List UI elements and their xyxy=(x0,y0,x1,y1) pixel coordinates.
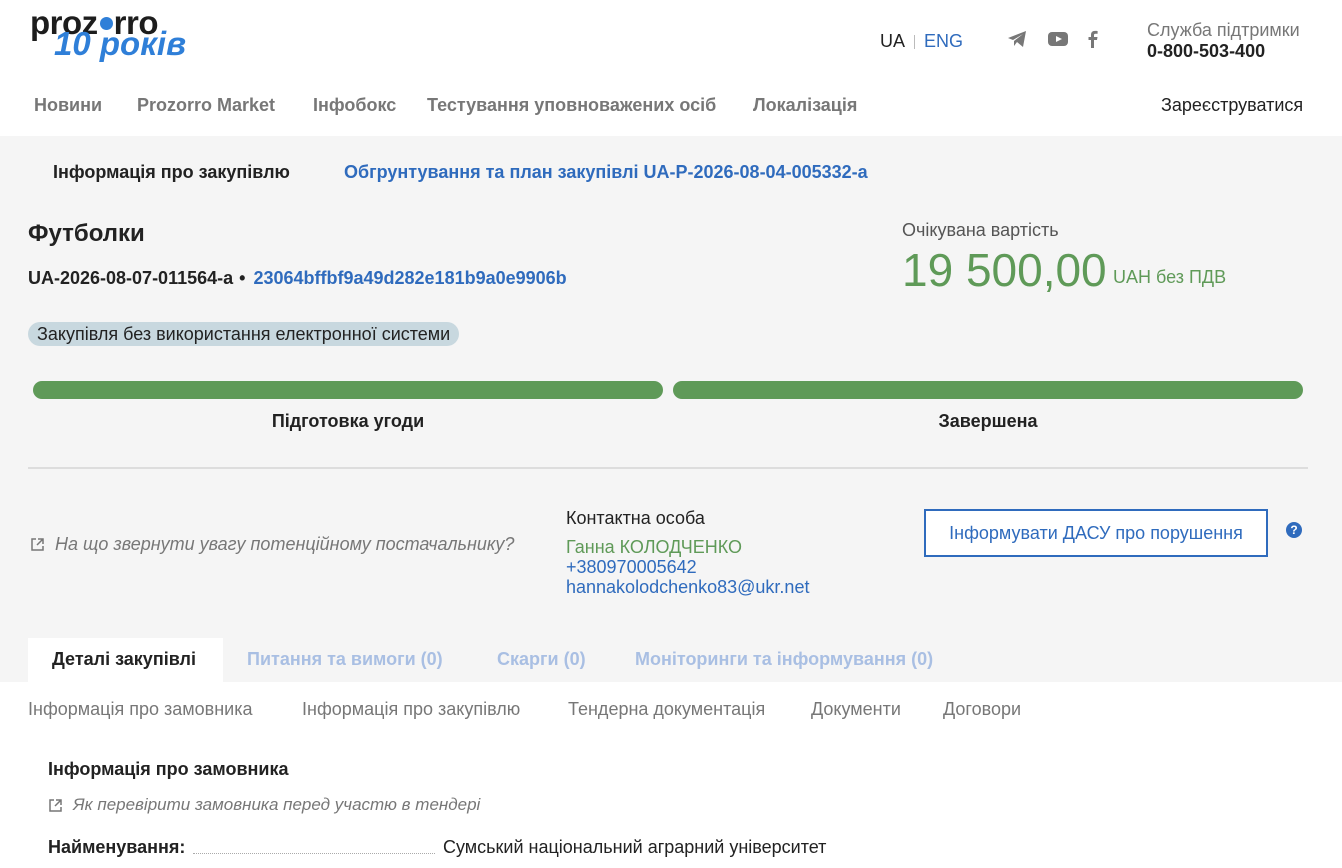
field-dotted-leader xyxy=(193,853,435,854)
language-switcher: UA ENG xyxy=(880,30,963,52)
customer-section-title: Інформація про замовника xyxy=(48,759,289,779)
lang-ua[interactable]: UA xyxy=(880,31,905,51)
subnav-tender-docs[interactable]: Тендерна документація xyxy=(568,699,765,720)
lang-separator xyxy=(914,35,916,50)
help-icon[interactable]: ? xyxy=(1286,522,1302,538)
external-link-icon xyxy=(31,538,44,551)
breadcrumb-plan-link[interactable]: Обгрунтування та план закупівлі UA-P-202… xyxy=(344,162,868,183)
contact-label: Контактна особа xyxy=(566,508,705,528)
subnav-contracts[interactable]: Договори xyxy=(943,699,1021,720)
telegram-icon[interactable] xyxy=(1007,30,1029,50)
stage-label-completed: Завершена xyxy=(938,411,1038,431)
section-divider xyxy=(28,467,1308,469)
register-link[interactable]: Зареєструватися xyxy=(1161,94,1303,116)
breadcrumb-current: Інформація про закупівлю xyxy=(53,162,290,182)
logo-tagline: 10 років xyxy=(54,25,187,62)
customer-name-value: Сумський національний аграрний університ… xyxy=(443,837,827,857)
tender-title: Футболки xyxy=(28,220,145,247)
report-violation-button[interactable]: Інформувати ДАСУ про порушення xyxy=(924,509,1268,557)
customer-name-label: Найменування: xyxy=(48,837,186,857)
site-header: proz rro 10 років UA ENG Служба підтримки … xyxy=(0,0,1342,136)
support-block: Служба підтримки 0-800-503-400 xyxy=(1147,20,1300,62)
nav-news[interactable]: Новини xyxy=(34,94,102,116)
lang-eng[interactable]: ENG xyxy=(924,31,963,51)
expected-value-label: Очікувана вартість xyxy=(902,220,1059,240)
expected-value-currency: UAH без ПДВ xyxy=(1113,267,1227,287)
subnav-customer-info[interactable]: Інформація про замовника xyxy=(28,699,252,720)
contact-name: Ганна КОЛОДЧЕНКО xyxy=(566,537,743,557)
support-phone[interactable]: 0-800-503-400 xyxy=(1147,41,1300,62)
progress-bar-stage-1 xyxy=(33,381,663,399)
supplier-hint-text: На що звернути увагу потенційному постач… xyxy=(55,534,515,554)
tab-details-label: Деталі закупівлі xyxy=(52,649,196,669)
external-link-icon xyxy=(49,798,62,812)
contact-phone[interactable]: +380970005642 xyxy=(566,557,697,578)
support-label: Служба підтримки xyxy=(1147,20,1300,40)
subnav-documents[interactable]: Документи xyxy=(811,699,901,720)
subnav-procurement-info[interactable]: Інформація про закупівлю xyxy=(302,699,520,720)
tender-ids: UA-2026-08-07-011564-a • 23064bffbf9a49d28… xyxy=(28,268,567,289)
nav-testing[interactable]: Тестування уповноважених осіб xyxy=(427,94,716,116)
expected-value-amount: 19 500,00 xyxy=(902,244,1107,296)
supplier-hint-link[interactable]: На що звернути увагу потенційному постач… xyxy=(30,534,514,555)
customer-check-hint-text: Як перевірити замовника перед участю в т… xyxy=(73,795,481,814)
nav-prozorro-market[interactable]: Prozorro Market xyxy=(137,94,275,116)
nav-infobox[interactable]: Інфобокс xyxy=(313,94,396,116)
contact-email[interactable]: hannakolodchenko83@ukr.net xyxy=(566,577,809,598)
nav-localization[interactable]: Локалізація xyxy=(753,94,857,116)
tab-monitoring[interactable]: Моніторинги та інформування (0) xyxy=(635,649,933,670)
facebook-icon[interactable] xyxy=(1087,30,1109,50)
tender-id: UA-2026-08-07-011564-a xyxy=(28,268,234,288)
tab-complaints[interactable]: Скарги (0) xyxy=(497,649,586,670)
prozorro-logo[interactable]: proz rro 10 років xyxy=(30,4,200,68)
tender-summary-panel xyxy=(0,136,1342,682)
stage-label-preparation: Підготовка угоди xyxy=(271,411,425,431)
tab-questions[interactable]: Питання та вимоги (0) xyxy=(247,649,443,670)
tender-hash-link[interactable]: 23064bffbf9a49d282e181b9a0e9906b xyxy=(253,268,566,288)
procurement-type-badge: Закупівля без використання електронної с… xyxy=(28,322,460,346)
tab-details[interactable]: Деталі закупівлі xyxy=(28,638,223,682)
youtube-icon[interactable] xyxy=(1047,30,1069,50)
id-bullet: • xyxy=(239,268,246,288)
customer-check-hint-link[interactable]: Як перевірити замовника перед участю в т… xyxy=(48,795,480,815)
progress-bar-stage-2 xyxy=(673,381,1303,399)
